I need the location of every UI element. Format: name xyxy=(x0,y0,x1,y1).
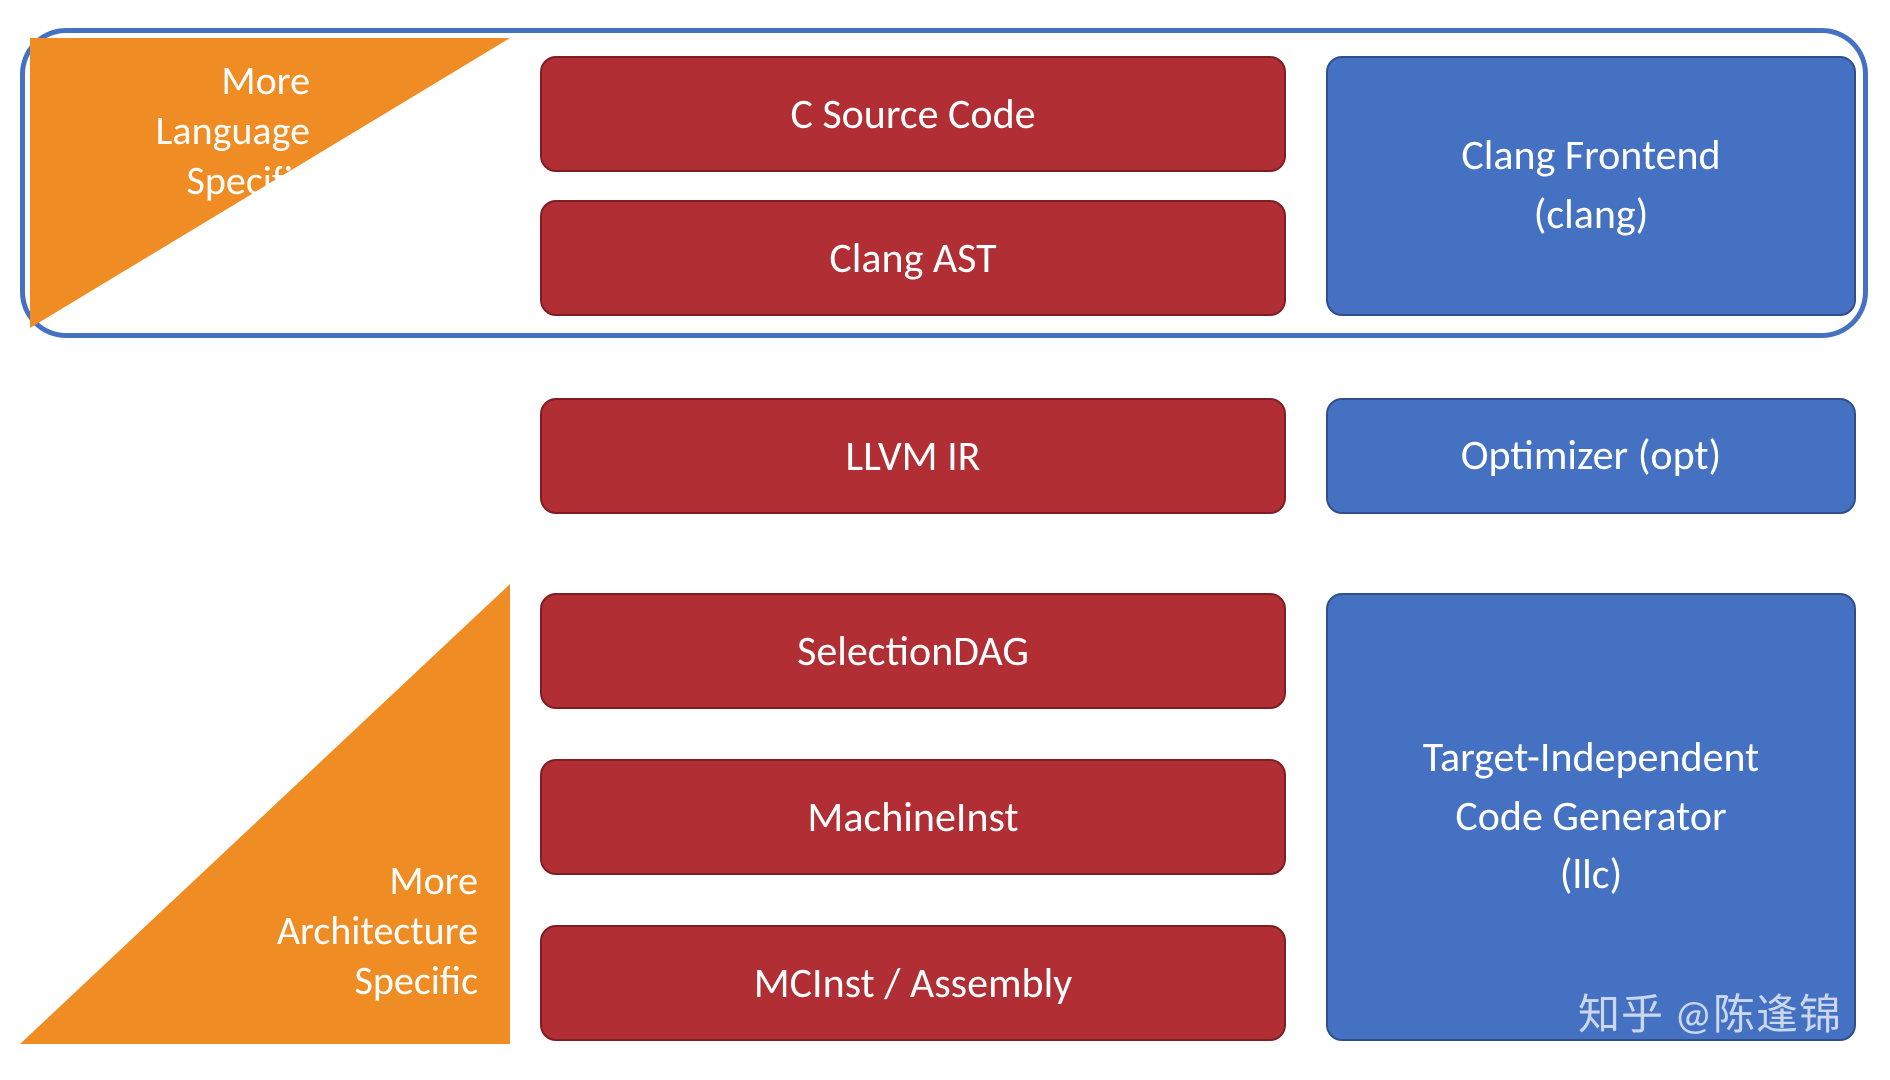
stage-clang-ast-label: Clang AST xyxy=(829,233,996,284)
stage-machine-inst: MachineInst xyxy=(540,759,1286,875)
watermark-text: 知乎 @陈逢锦 xyxy=(1578,990,1842,1041)
arch-line2: Architecture xyxy=(158,906,478,956)
stage-machine-inst-label: MachineInst xyxy=(807,792,1018,843)
lang-line3: Specific xyxy=(50,156,310,206)
phase-code-generator-label: Target-Independent Code Generator (llc) xyxy=(1423,729,1759,905)
stage-mcinst-asm: MCInst / Assembly xyxy=(540,925,1286,1041)
phase-clang-frontend: Clang Frontend (clang) xyxy=(1326,56,1856,316)
architecture-specific-label: More Architecture Specific xyxy=(158,856,478,1006)
language-specific-label: More Language Specific xyxy=(50,56,310,206)
phase-optimizer-label: Optimizer (opt) xyxy=(1461,427,1722,486)
stage-c-source-label: C Source Code xyxy=(790,89,1035,140)
stage-llvm-ir-label: LLVM IR xyxy=(846,431,981,482)
phase-clang-frontend-label: Clang Frontend (clang) xyxy=(1461,127,1720,245)
lang-line2: Language xyxy=(50,106,310,156)
stage-c-source: C Source Code xyxy=(540,56,1286,172)
stage-clang-ast: Clang AST xyxy=(540,200,1286,316)
arch-line3: Specific xyxy=(158,956,478,1006)
phase-code-generator: Target-Independent Code Generator (llc) xyxy=(1326,593,1856,1041)
phase-optimizer: Optimizer (opt) xyxy=(1326,398,1856,514)
stage-mcinst-asm-label: MCInst / Assembly xyxy=(754,958,1073,1009)
arch-line1: More xyxy=(158,856,478,906)
diagram-canvas: More Language Specific C Source Code Cla… xyxy=(20,28,1870,1060)
zhihu-watermark: 知乎 @陈逢锦 xyxy=(1578,981,1842,1042)
stage-llvm-ir: LLVM IR xyxy=(540,398,1286,514)
stage-selection-dag: SelectionDAG xyxy=(540,593,1286,709)
stage-selection-dag-label: SelectionDAG xyxy=(797,626,1029,677)
lang-line1: More xyxy=(50,56,310,106)
